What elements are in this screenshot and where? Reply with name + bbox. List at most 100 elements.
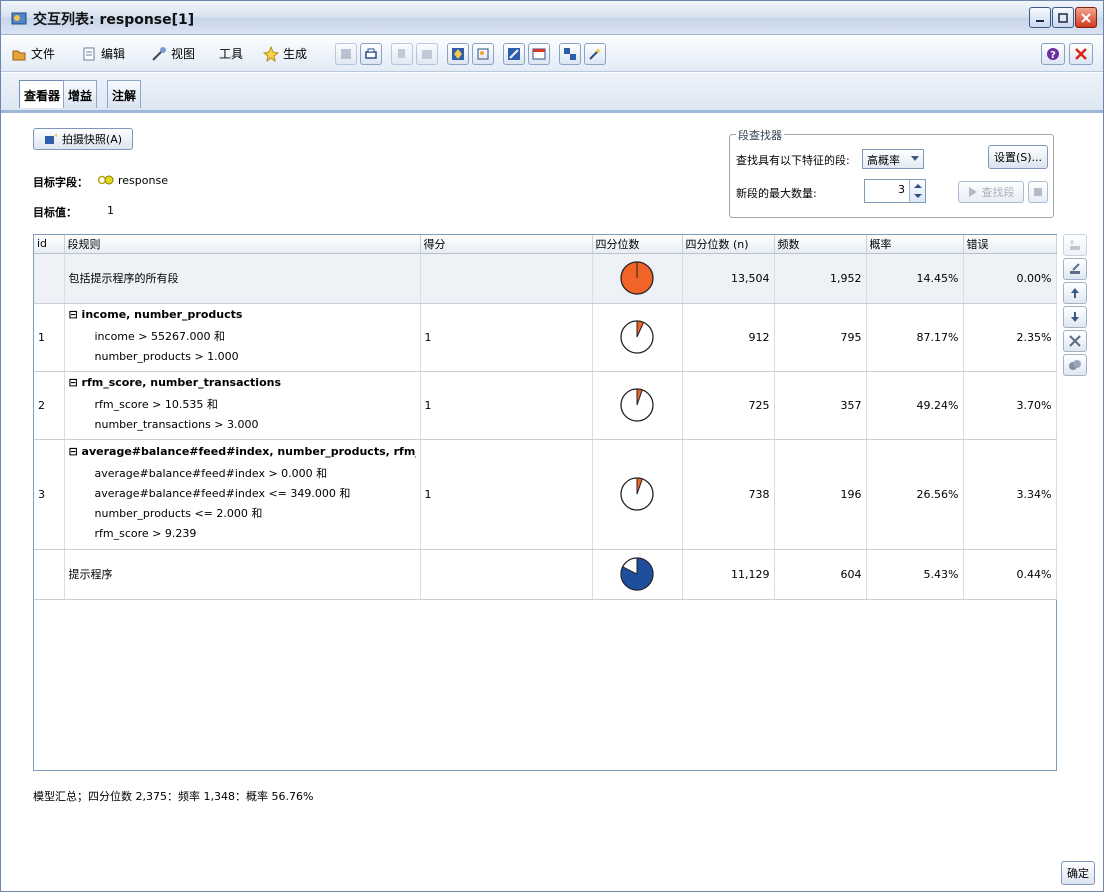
stop-button[interactable] — [1028, 181, 1048, 203]
col-header-quartile[interactable]: 四分位数 — [592, 235, 683, 254]
table-header: id 段规则 得分 四分位数 四分位数 (n) 频数 概率 错误 — [34, 235, 1057, 254]
menu-edit[interactable]: 编辑 — [81, 45, 125, 62]
snapshot-button[interactable]: 拍摄快照(A) — [33, 128, 133, 150]
close-button[interactable] — [1075, 7, 1097, 28]
col-header-frequency[interactable]: 频数 — [774, 235, 867, 254]
table-icon — [532, 48, 546, 60]
rule-title: rfm_score, number_transactions — [81, 375, 282, 389]
viewer-panel: 拍摄快照(A) 目标字段： response 目标值： 1 段查找器 查找具有以… — [1, 116, 1103, 891]
collapse-toggle-icon[interactable]: ⊟ — [69, 445, 82, 458]
toolbar-table-button[interactable] — [528, 43, 550, 65]
cell-rule: ⊟ income, number_products income > 55267… — [64, 303, 421, 372]
tab-viewer[interactable]: 查看器 — [19, 80, 66, 108]
tab-gain[interactable]: 增益 — [63, 80, 98, 108]
model-summary: 模型汇总；四分位数 2,375：频率 1,348：概率 56.76% — [33, 790, 314, 803]
cell-score — [420, 253, 593, 304]
target-value: 1 — [107, 204, 114, 217]
toolbar-copy-button[interactable] — [391, 43, 413, 65]
max-segments-label: 新段的最大数量: — [736, 187, 817, 200]
tab-annotation[interactable]: 注解 — [107, 80, 142, 108]
toolbar-close-button[interactable] — [1069, 43, 1093, 65]
segment-finder: 段查找器 查找具有以下特征的段: 高概率 设置(S)... 新段的最大数量: 3… — [729, 127, 1054, 218]
minimize-button[interactable] — [1029, 7, 1051, 28]
generate-icon — [263, 45, 279, 62]
max-segments-stepper[interactable]: 3 — [864, 179, 926, 203]
table-row[interactable]: 1 ⊟ income, number_products income > 552… — [34, 303, 1057, 372]
toolbar-export-button[interactable] — [335, 43, 357, 65]
menu-tools-label: 工具 — [219, 47, 244, 61]
cell-score — [420, 549, 593, 600]
cell-frequency: 795 — [774, 303, 867, 372]
criteria-dropdown[interactable]: 高概率 — [862, 149, 924, 169]
add-segment-button[interactable] — [1063, 234, 1087, 256]
segment-finder-legend: 段查找器 — [736, 127, 784, 143]
merge-segment-button[interactable] — [1063, 354, 1087, 376]
menu-generate[interactable]: 生成 — [263, 45, 307, 62]
add-segment-icon — [1070, 240, 1080, 250]
title-bar: 交互列表: response[1] — [1, 1, 1103, 35]
col-header-rule[interactable]: 段规则 — [64, 235, 421, 254]
toolbar-print-button[interactable] — [360, 43, 382, 65]
find-segments-label: 查找段 — [981, 186, 1015, 199]
table-row[interactable]: 3 ⊟ average#balance#feed#index, number_p… — [34, 439, 1057, 550]
segment-icon — [452, 48, 464, 60]
cell-probability: 87.17% — [866, 303, 964, 372]
close-red-icon — [1075, 48, 1087, 60]
menu-view[interactable]: 视图 — [151, 45, 195, 62]
find-segments-button[interactable]: 查找段 — [958, 181, 1024, 203]
cell-id: 2 — [34, 371, 65, 440]
collapse-toggle-icon[interactable]: ⊟ — [69, 376, 82, 389]
settings-button[interactable]: 设置(S)... — [988, 145, 1048, 169]
table-row[interactable]: 包括提示程序的所有段 13,504 1,952 14.45% 0.00% — [34, 253, 1057, 304]
toolbar-chart-button[interactable] — [503, 43, 525, 65]
cell-error: 0.00% — [963, 253, 1057, 304]
cell-score: 1 — [420, 439, 593, 550]
toolbar-find-button[interactable] — [472, 43, 494, 65]
rule-condition: rfm_score > 9.239 — [94, 526, 197, 540]
table-row[interactable]: 2 ⊟ rfm_score, number_transactions rfm_s… — [34, 371, 1057, 440]
paste-icon — [422, 50, 432, 59]
col-header-quartile-n[interactable]: 四分位数 (n) — [682, 235, 775, 254]
toolbar-paste-button[interactable] — [416, 43, 438, 65]
toolbar-segment-button[interactable] — [447, 43, 469, 65]
chart-icon — [508, 48, 520, 60]
edit-segment-button[interactable] — [1063, 258, 1087, 280]
toolbar-layout-button[interactable] — [559, 43, 581, 65]
toolbar-wizard-button[interactable] — [584, 43, 606, 65]
stepper-arrows[interactable] — [909, 180, 925, 202]
chevron-down-icon — [911, 156, 919, 161]
export-icon — [341, 49, 351, 59]
menu-file[interactable]: 文件 — [11, 45, 55, 62]
find-icon — [477, 48, 489, 60]
delete-icon — [1069, 335, 1081, 347]
cell-quartile-n: 11,129 — [682, 549, 775, 600]
maximize-button[interactable] — [1052, 7, 1074, 28]
layout-icon — [564, 48, 576, 60]
delete-segment-button[interactable] — [1063, 330, 1087, 352]
col-header-error[interactable]: 错误 — [963, 235, 1057, 254]
quartile-pie-chart — [620, 477, 654, 511]
menu-file-label: 文件 — [31, 47, 56, 61]
col-header-probability[interactable]: 概率 — [866, 235, 964, 254]
ok-button[interactable]: 确定 — [1061, 861, 1095, 885]
move-up-button[interactable] — [1063, 282, 1087, 304]
rule-condition: rfm_score > 10.535 和 — [94, 397, 218, 411]
rule-condition: average#balance#feed#index <= 349.000 和 — [94, 486, 351, 500]
camera-icon — [44, 134, 57, 144]
rule-condition: number_transactions > 3.000 — [94, 417, 259, 431]
target-value-label: 目标值： — [33, 206, 77, 219]
cell-frequency: 357 — [774, 371, 867, 440]
table-row[interactable]: 提示程序 11,129 604 5.43% 0.44% — [34, 549, 1057, 600]
view-icon — [152, 46, 166, 61]
collapse-toggle-icon[interactable]: ⊟ — [69, 308, 82, 321]
help-button[interactable]: ? — [1041, 43, 1065, 65]
move-down-button[interactable] — [1063, 306, 1087, 328]
arrow-down-icon — [1071, 312, 1079, 322]
stop-icon — [1034, 188, 1042, 196]
rule-condition: number_products > 1.000 — [94, 349, 239, 363]
col-header-id[interactable]: id — [34, 235, 65, 254]
app-window: 交互列表: response[1] 文件 编辑 视图 工具 生成 ? 查看器 增… — [0, 0, 1104, 892]
col-header-score[interactable]: 得分 — [420, 235, 593, 254]
menu-tools[interactable]: 工具 — [219, 45, 243, 62]
cell-probability: 26.56% — [866, 439, 964, 550]
